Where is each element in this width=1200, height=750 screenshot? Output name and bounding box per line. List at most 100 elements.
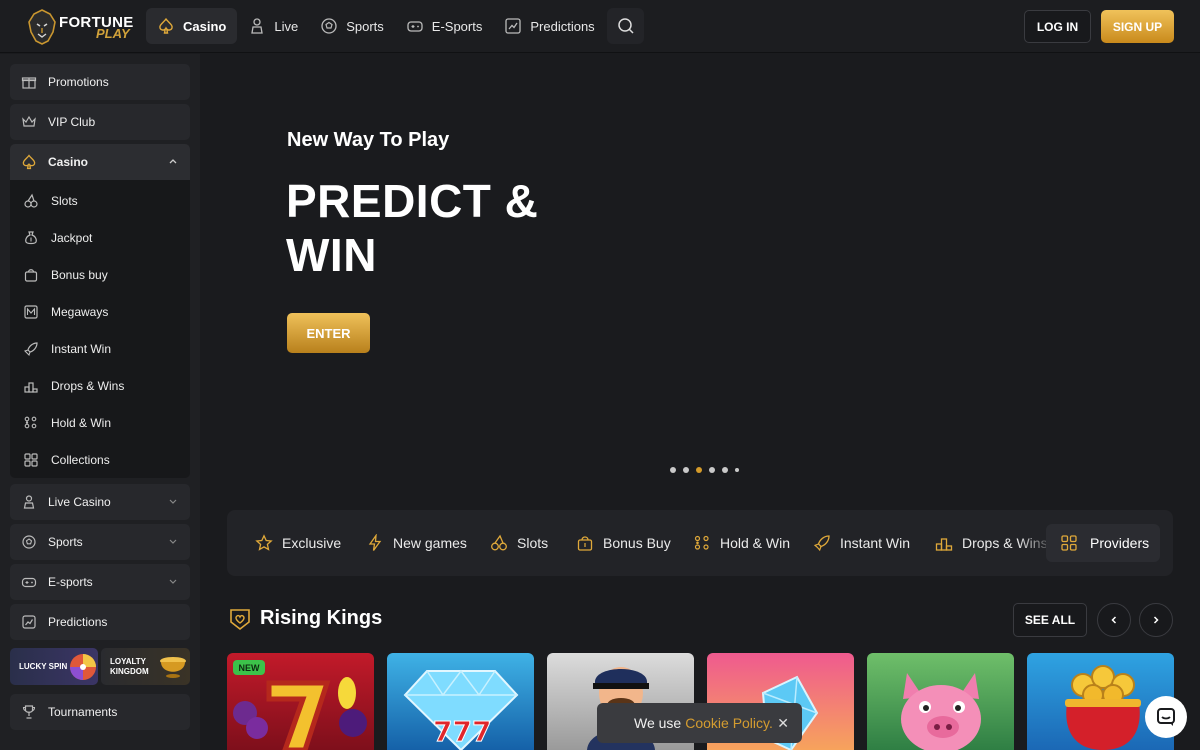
prev-button[interactable] [1097,603,1131,637]
pink-pig-art-icon [901,673,981,750]
submenu-item-collections[interactable]: Collections [23,450,110,470]
sidebar-item-sports[interactable]: Sports [10,524,190,560]
topnav-esports[interactable]: E-Sports [395,8,494,44]
chevron-up-icon [169,159,177,164]
loyalty-line1: LOYALTY [110,656,147,666]
spade-icon [159,17,173,34]
submenu-item-bonus-buy[interactable]: Bonus buy [23,265,108,285]
sidebar-item-live-casino[interactable]: Live Casino [10,484,190,520]
sidebar-item-vip-club[interactable]: VIP Club [10,104,190,140]
cherries-icon [491,534,507,551]
hero-title-line2: WIN [286,229,377,281]
submenu-label: Collections [51,453,110,467]
grid-dots-icon [694,535,709,550]
sidebar-item-esports[interactable]: E-sports [10,564,190,600]
see-all-button[interactable]: SEE ALL [1013,603,1087,637]
submenu-label: Megaways [51,305,109,319]
game-tile[interactable]: 777 [387,653,534,750]
category-label: Bonus Buy [603,535,671,551]
sidebar-item-predictions[interactable]: Predictions [10,604,190,640]
lucky-spin-card[interactable]: LUCKY SPIN [10,648,98,685]
soccer-ball-icon [22,535,36,549]
signup-button[interactable]: SIGN UP [1101,10,1174,43]
providers-button[interactable]: Providers [1046,524,1160,562]
sidebar-item-promotions[interactable]: Promotions [10,64,190,100]
carousel-dot[interactable] [735,468,739,472]
topnav-label: Casino [183,18,227,34]
topnav-predictions[interactable]: Predictions [493,8,605,44]
new-badge: NEW [233,660,265,675]
game-tile[interactable] [867,653,1014,750]
brand-logo[interactable]: FORTUNE PLAY [26,8,136,46]
topnav-casino[interactable]: Casino [146,8,238,44]
submenu-item-megaways[interactable]: Megaways [23,302,108,322]
carousel-dot[interactable] [670,467,676,473]
loyalty-kingdom-label: LOYALTY KINGDOM [110,657,149,677]
submenu-label: Jackpot [51,231,93,245]
cookie-banner: We use Cookie Policy. ✕ [597,703,802,743]
category-hold-win[interactable]: Hold & Win [693,510,790,576]
carousel-dots [670,467,739,473]
enter-button[interactable]: ENTER [287,313,370,353]
sidebar-item-label: Sports [48,535,83,549]
cookie-close-button[interactable]: ✕ [777,715,789,732]
carousel-dot[interactable] [683,467,689,473]
search-button[interactable] [607,8,644,44]
chat-button[interactable] [1145,696,1187,738]
topnav-sports[interactable]: Sports [309,8,395,44]
money-bag-icon [25,231,37,245]
category-slots[interactable]: Slots [490,510,548,576]
section-title: Rising Kings [260,607,383,629]
chevron-right-icon [1153,616,1159,624]
search-icon [617,18,634,34]
wheel-icon [70,654,96,680]
submenu-label: Bonus buy [51,268,108,282]
category-label: New games [393,535,467,551]
loyalty-kingdom-card[interactable]: LOYALTY KINGDOM [101,648,190,685]
spade-icon [22,154,36,170]
star-icon [255,534,273,551]
top-bar: FORTUNE PLAY Casino Live Sports E-Sports… [0,0,1200,53]
carousel-dot[interactable] [709,467,715,473]
topnav-label: Predictions [530,18,595,34]
category-new-games[interactable]: New games [366,510,467,576]
chart-icon [505,18,522,34]
submenu-item-instant-win[interactable]: Instant Win [23,339,111,359]
submenu-item-jackpot[interactable]: Jackpot [23,228,92,248]
dealer-icon [23,495,35,509]
submenu-item-slots[interactable]: Slots [23,191,78,211]
carousel-dot-active[interactable] [696,467,702,473]
bonus-bag-icon [577,536,593,551]
sidebar-item-label: Casino [48,155,89,169]
topnav-live[interactable]: Live [237,8,309,44]
sidebar-item-label: Predictions [48,615,108,629]
category-bonus-buy[interactable]: Bonus Buy [576,510,671,576]
megaways-icon [24,305,38,319]
cookie-policy-link[interactable]: Cookie Policy. [685,715,773,731]
submenu-item-drops-wins[interactable]: Drops & Wins [23,376,124,396]
login-button[interactable]: LOG IN [1024,10,1091,43]
topnav-label: Sports [346,18,384,34]
crown-badge-icon [230,609,250,631]
gamepad-icon [407,21,423,32]
hero-title-line1: PREDICT & [286,175,539,227]
sidebar-item-tournaments[interactable]: Tournaments [10,694,190,730]
soccer-ball-icon [321,18,337,34]
podium-icon [935,538,953,551]
submenu-label: Drops & Wins [51,379,125,393]
sidebar-item-label: E-sports [48,575,93,589]
sidebar-item-label: VIP Club [48,115,96,129]
lion-logo-icon [28,9,56,45]
bonus-bag-icon [24,269,38,282]
next-button[interactable] [1139,603,1173,637]
carousel-dot[interactable] [722,467,728,473]
sidebar-item-casino[interactable]: Casino [10,144,190,180]
podium-icon [24,382,38,393]
sidebar-item-label: Live Casino [48,495,111,509]
crown-icon [22,115,36,127]
rocket-icon [23,342,38,357]
trophy-icon [22,705,36,719]
category-instant-win[interactable]: Instant Win [813,510,910,576]
category-exclusive[interactable]: Exclusive [255,510,341,576]
submenu-item-hold-win[interactable]: Hold & Win [23,413,111,433]
